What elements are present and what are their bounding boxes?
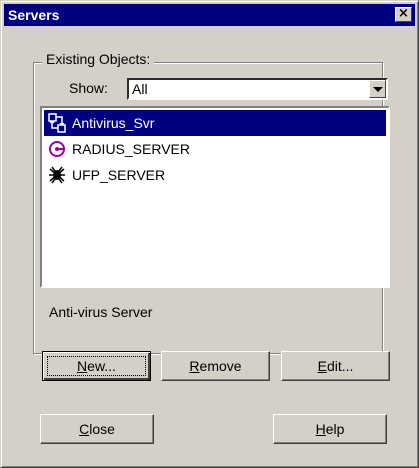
servers-listbox[interactable]: Antivirus_Svr RADIUS_SERVER UFP_SERVER xyxy=(40,106,390,288)
list-item-label: UFP_SERVER xyxy=(72,167,166,183)
close-button[interactable]: Close xyxy=(40,414,154,444)
close-button-mnemonic: C xyxy=(79,421,90,437)
antivirus-server-icon xyxy=(48,113,66,133)
remove-button-mnemonic: R xyxy=(189,358,200,374)
list-item-ufp[interactable]: UFP_SERVER xyxy=(44,162,386,188)
list-item-antivirus[interactable]: Antivirus_Svr xyxy=(44,110,386,136)
show-label: Show: xyxy=(69,80,108,96)
list-item-label: RADIUS_SERVER xyxy=(72,141,191,157)
edit-button[interactable]: Edit... xyxy=(281,351,390,381)
help-button[interactable]: Help xyxy=(273,414,387,444)
show-dropdown[interactable]: All xyxy=(127,78,388,100)
help-button-label: elp xyxy=(325,421,345,437)
selected-object-description: Anti-virus Server xyxy=(49,304,153,320)
focus-rect xyxy=(47,356,146,376)
help-button-mnemonic: H xyxy=(315,421,326,437)
edit-button-mnemonic: E xyxy=(317,358,327,374)
title-bar[interactable]: Servers × xyxy=(4,4,415,26)
close-window-button[interactable]: × xyxy=(395,7,412,22)
edit-button-label: dit... xyxy=(326,358,354,374)
ufp-server-icon xyxy=(49,166,65,184)
new-button[interactable]: New... xyxy=(42,351,151,381)
group-label: Existing Objects: xyxy=(42,51,155,67)
remove-button-label: emove xyxy=(199,358,242,374)
show-dropdown-value: All xyxy=(132,81,148,97)
chevron-down-icon[interactable] xyxy=(369,80,386,98)
remove-button[interactable]: Remove xyxy=(161,351,270,381)
close-button-label: lose xyxy=(89,421,115,437)
list-item-radius[interactable]: RADIUS_SERVER xyxy=(44,136,386,162)
window-title: Servers xyxy=(8,7,60,23)
list-item-label: Antivirus_Svr xyxy=(72,115,155,131)
radius-server-icon xyxy=(49,141,65,157)
